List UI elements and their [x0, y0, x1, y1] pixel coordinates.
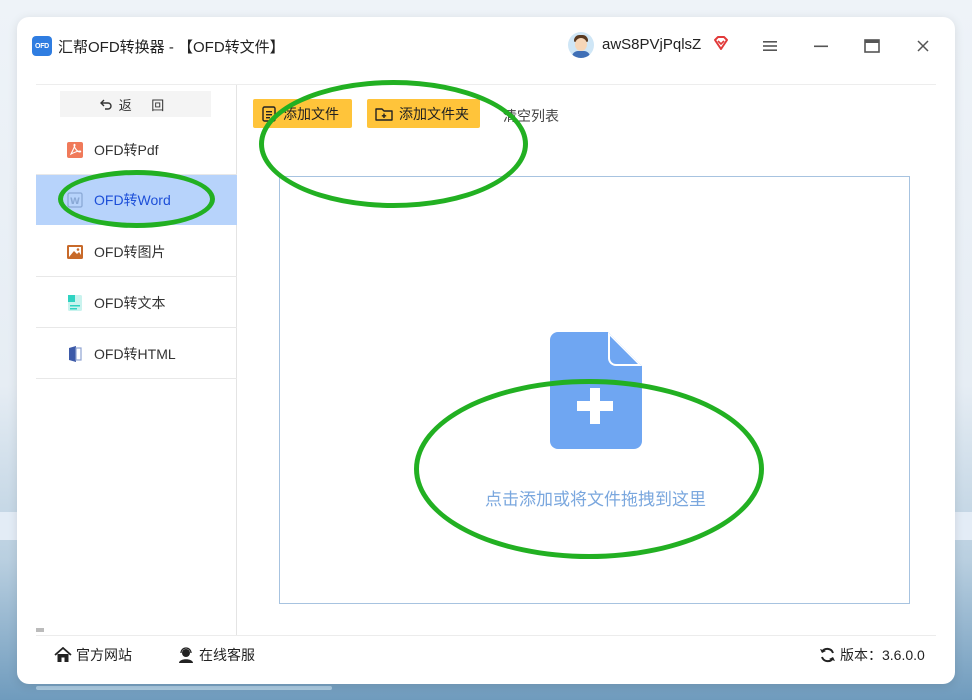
sidebar-item-ofd-to-word[interactable]: W OFD转Word: [36, 175, 237, 225]
version-label: 版本：3.6.0.0: [840, 647, 925, 663]
drop-hint-text: 点击添加或将文件拖拽到这里: [485, 490, 706, 509]
menu-button[interactable]: [757, 33, 783, 59]
footer-divider: [36, 635, 936, 636]
user-avatar[interactable]: [568, 32, 594, 58]
back-arrow-icon: [99, 99, 112, 110]
maximize-icon: [864, 39, 880, 53]
vip-diamond-icon[interactable]: [712, 34, 730, 52]
close-button[interactable]: [910, 33, 936, 59]
svg-text:W: W: [70, 197, 80, 207]
sidebar-item-ofd-to-pdf[interactable]: OFD转Pdf: [36, 125, 237, 175]
add-folder-icon: [375, 107, 393, 121]
version-info: 版本：3.6.0.0: [819, 645, 925, 665]
sidebar-item-label: OFD转HTML: [94, 345, 176, 362]
refresh-icon[interactable]: [819, 647, 836, 663]
sidebar-item-label: OFD转Pdf: [94, 141, 159, 158]
sidebar-item-ofd-to-text[interactable]: OFD转文本: [36, 278, 237, 328]
add-file-label: 添加文件: [283, 105, 339, 122]
taskbar-strip: [36, 686, 332, 690]
add-file-button[interactable]: 添加文件: [253, 99, 352, 128]
official-site-link[interactable]: 官方网站: [54, 645, 132, 665]
user-name[interactable]: awS8PVjPqlsZ: [602, 36, 701, 53]
menu-icon: [763, 41, 777, 51]
word-icon: W: [67, 191, 83, 208]
maximize-button[interactable]: [859, 33, 885, 59]
sidebar-item-label: OFD转图片: [94, 243, 166, 260]
app-logo-icon: OFD: [32, 36, 52, 56]
add-folder-label: 添加文件夹: [399, 105, 469, 122]
support-agent-icon: [179, 647, 193, 663]
sidebar-item-label: OFD转文本: [94, 294, 166, 311]
sidebar-item-ofd-to-html[interactable]: OFD转HTML: [36, 329, 237, 379]
home-icon: [54, 647, 72, 662]
sidebar: 返 回 OFD转Pdf W OFD转Word OFD转图片 OFD转文本 OFD…: [36, 85, 237, 635]
window-title: 汇帮OFD转换器 - 【OFD转文件】: [58, 39, 285, 56]
official-site-label: 官方网站: [76, 647, 132, 663]
back-label: 返 回: [118, 97, 173, 113]
add-document-icon: [550, 332, 642, 449]
minimize-button[interactable]: [808, 33, 834, 59]
online-support-link[interactable]: 在线客服: [177, 645, 255, 665]
text-icon: [68, 294, 82, 311]
online-support-label: 在线客服: [199, 647, 255, 663]
sidebar-item-ofd-to-image[interactable]: OFD转图片: [36, 227, 237, 277]
add-file-icon: [262, 105, 276, 122]
image-icon: [67, 244, 83, 259]
minimize-icon: [814, 45, 828, 48]
pdf-icon: [67, 141, 83, 158]
add-folder-button[interactable]: 添加文件夹: [367, 99, 480, 128]
back-button[interactable]: 返 回: [60, 91, 211, 117]
sidebar-item-label: OFD转Word: [94, 191, 171, 208]
title-bar: OFD 汇帮OFD转换器 - 【OFD转文件】 awS8PVjPqlsZ: [18, 28, 938, 64]
clear-list-button[interactable]: 清空列表: [503, 106, 559, 126]
close-icon: [917, 40, 929, 52]
file-drop-zone[interactable]: 点击添加或将文件拖拽到这里: [279, 176, 910, 604]
sidebar-scrollbar[interactable]: [36, 628, 44, 632]
html-icon: [69, 345, 82, 362]
